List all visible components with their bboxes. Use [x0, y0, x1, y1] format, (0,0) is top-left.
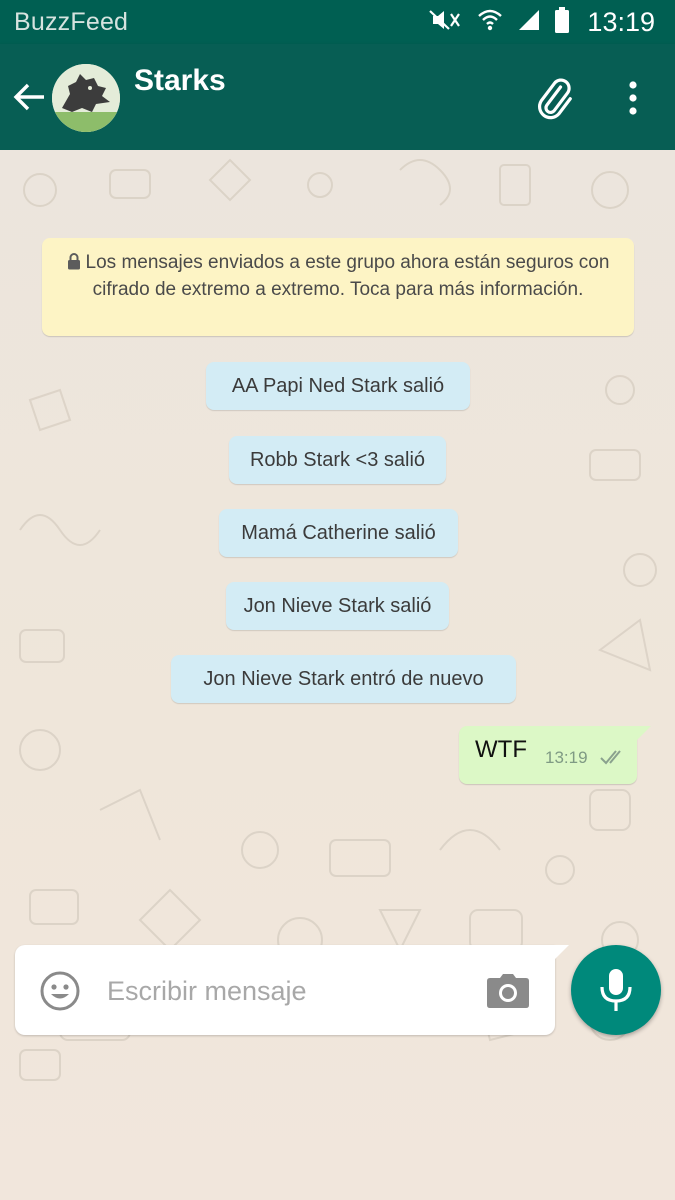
bubble-tail: [637, 726, 651, 740]
chat-header: Starks: [0, 44, 675, 150]
battery-icon: [555, 6, 570, 38]
status-bar: BuzzFeed 13:19: [0, 0, 675, 44]
camera-icon[interactable]: [486, 973, 530, 1014]
more-options-icon[interactable]: [622, 80, 644, 121]
encryption-notice[interactable]: Los mensajes enviados a este grupo ahora…: [42, 238, 634, 336]
signal-icon: [517, 8, 541, 37]
paperclip-icon[interactable]: [532, 76, 576, 125]
lock-icon: [67, 252, 81, 277]
system-message: Robb Stark <3 salió: [229, 436, 446, 484]
composer-tail: [555, 945, 569, 959]
encryption-notice-text: Los mensajes enviados a este grupo ahora…: [85, 252, 610, 300]
message-time: 13:19: [545, 748, 588, 767]
back-arrow-icon[interactable]: [12, 80, 46, 119]
system-message: AA Papi Ned Stark salió: [206, 362, 470, 410]
double-check-icon: [600, 748, 626, 771]
mic-icon: [600, 969, 632, 1011]
emoji-icon[interactable]: [39, 970, 81, 1017]
system-message: Jon Nieve Stark salió: [226, 582, 449, 630]
message-text: WTF: [475, 736, 527, 763]
chat-title[interactable]: Starks: [134, 64, 226, 98]
message-composer: [15, 945, 569, 1035]
chat-area[interactable]: Los mensajes enviados a este grupo ahora…: [0, 150, 675, 1200]
mic-button[interactable]: [571, 945, 661, 1035]
status-icons: 13:19: [427, 6, 655, 38]
wifi-icon: [477, 8, 503, 37]
clock-time: 13:19: [587, 6, 655, 37]
message-input[interactable]: [105, 969, 489, 1013]
system-message: Mamá Catherine salió: [219, 509, 458, 557]
system-message: Jon Nieve Stark entró de nuevo: [171, 655, 516, 703]
mute-icon: [427, 8, 463, 37]
outgoing-message[interactable]: WTF 13:19: [459, 726, 651, 784]
carrier-brand: BuzzFeed: [14, 8, 129, 36]
group-avatar[interactable]: [52, 64, 120, 132]
